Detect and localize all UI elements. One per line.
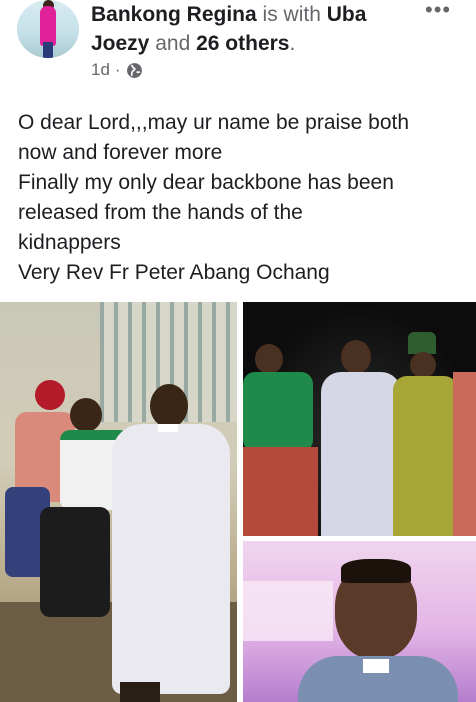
post-line: released from the hands of the [18,201,303,224]
globe-icon[interactable] [126,62,143,79]
and-text: and [155,32,191,55]
post-timestamp[interactable]: 1d [91,60,110,80]
author-avatar[interactable] [17,0,79,58]
post-line: Finally my only dear backbone has been [18,171,394,194]
period: . [289,32,296,55]
photo-priest-portrait[interactable] [243,541,476,702]
meta-separator: · [114,60,121,79]
author-name[interactable]: Bankong Regina [91,3,257,26]
photo-group-night[interactable] [243,302,476,536]
post-line: Very Rev Fr Peter Abang Ochang [18,261,330,284]
post-author-line: Bankong Regina is with Uba Joezy and 26 … [91,0,411,58]
more-options-button[interactable]: ••• [425,0,451,21]
post-line: O dear Lord,,,may ur name be praise both [18,111,410,134]
post-line: now and forever more [18,141,223,164]
tagged-friend[interactable]: Uba [327,3,367,26]
tagged-others[interactable]: 26 others [196,32,289,55]
post-body: O dear Lord,,,may ur name be praise both… [18,108,468,288]
post-meta: 1d · [91,60,143,80]
photo-grid [0,302,476,702]
photo-priest-seated[interactable] [0,302,237,702]
post-header: Bankong Regina is with Uba Joezy and 26 … [0,0,476,92]
post-line: kidnappers [18,231,121,254]
tagged-friend-2[interactable]: Joezy [91,32,149,55]
with-text: is with [262,3,321,26]
